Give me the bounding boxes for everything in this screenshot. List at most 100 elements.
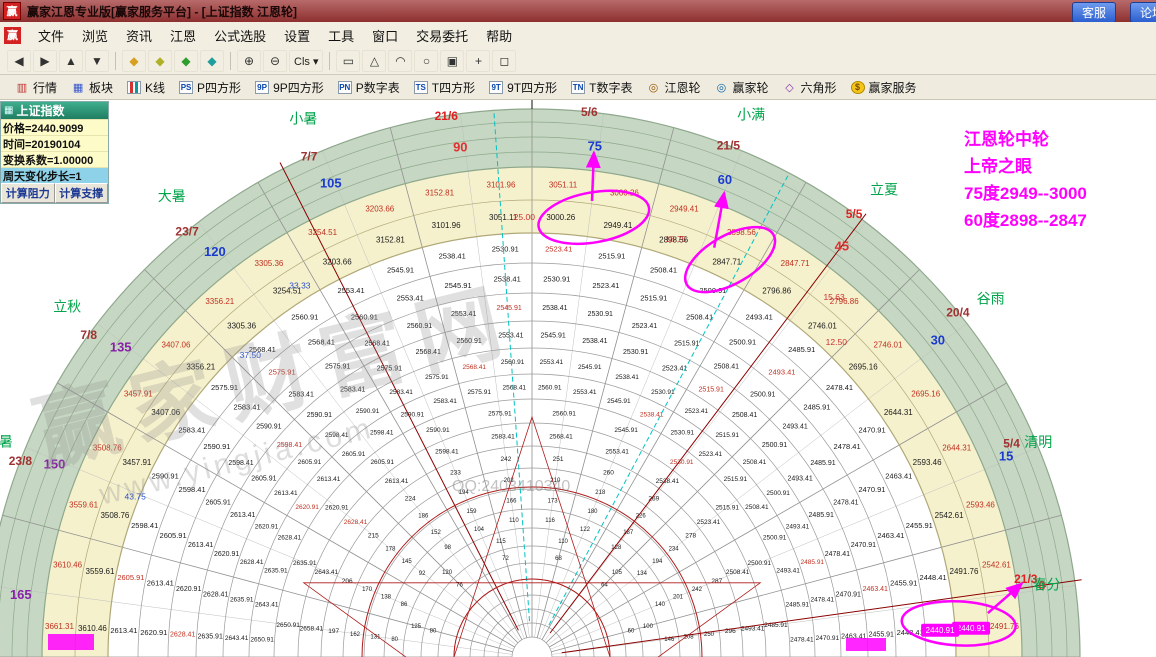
- view-板块[interactable]: ▦ 板块: [64, 77, 120, 98]
- svg-text:2470.91: 2470.91: [816, 635, 840, 642]
- menu-item-9[interactable]: 帮助: [477, 23, 521, 48]
- view-六角形[interactable]: ◇ 六角形: [776, 77, 844, 98]
- svg-text:大暑: 大暑: [158, 188, 186, 204]
- hex-icon: ◇: [785, 81, 794, 94]
- 9p-icon: 9P: [255, 80, 270, 94]
- svg-text:2560.91: 2560.91: [456, 338, 481, 345]
- svg-text:2530.91: 2530.91: [492, 245, 519, 254]
- annotation-text-line: 60度2898--2847: [964, 211, 1087, 230]
- svg-text:138: 138: [381, 595, 392, 601]
- svg-text:2644.31: 2644.31: [884, 408, 913, 417]
- svg-text:7/8: 7/8: [80, 328, 97, 342]
- menu-item-8[interactable]: 交易委托: [407, 23, 477, 48]
- zoom-in-icon[interactable]: ⊕: [237, 50, 261, 72]
- cls-dropdown[interactable]: Cls ▾: [289, 50, 324, 72]
- view-江恩轮[interactable]: ◎ 江恩轮: [639, 77, 707, 98]
- menu-item-4[interactable]: 公式选股: [205, 23, 275, 48]
- shape-circle-icon[interactable]: ○: [414, 50, 439, 72]
- svg-text:2650.91: 2650.91: [250, 637, 274, 644]
- shape-triangle-icon[interactable]: △: [362, 50, 387, 72]
- menu-item-5[interactable]: 设置: [275, 23, 319, 48]
- svg-text:2530.91: 2530.91: [588, 311, 613, 318]
- view-T四方形[interactable]: TS T四方形: [407, 77, 482, 98]
- menu-item-2[interactable]: 资讯: [117, 23, 161, 48]
- svg-text:2553.41: 2553.41: [338, 286, 365, 295]
- svg-text:2605.91: 2605.91: [342, 451, 366, 458]
- svg-text:2523.41: 2523.41: [697, 519, 721, 526]
- view-label: P数字表: [355, 80, 400, 95]
- diamond-teal[interactable]: ◆: [200, 50, 224, 72]
- menu-item-6[interactable]: 工具: [319, 23, 363, 48]
- view-9P四方形[interactable]: 9P 9P四方形: [248, 77, 331, 98]
- svg-text:3508.76: 3508.76: [100, 511, 129, 520]
- calc-resistance-button[interactable]: 计算阻力: [1, 183, 55, 203]
- view-赢家轮[interactable]: ◎ 赢家轮: [707, 77, 775, 98]
- svg-text:115: 115: [496, 539, 506, 545]
- free-draw-icon[interactable]: ◻: [492, 50, 517, 72]
- shape-rect-icon[interactable]: ▭: [336, 50, 361, 72]
- svg-text:春分: 春分: [1033, 577, 1061, 593]
- view-行情[interactable]: ▥ 行情: [8, 77, 64, 98]
- diamond-green[interactable]: ◆: [174, 50, 198, 72]
- svg-text:2515.91: 2515.91: [598, 252, 625, 261]
- svg-text:269: 269: [648, 496, 659, 503]
- wheel2-icon: ◎: [716, 81, 727, 94]
- nav-up[interactable]: ▲: [59, 50, 83, 72]
- view-P四方形[interactable]: PS P四方形: [172, 77, 248, 98]
- svg-text:2644.31: 2644.31: [942, 443, 971, 452]
- nav-down[interactable]: ▼: [85, 50, 109, 72]
- view-label: 赢家服务: [868, 80, 917, 95]
- diamond-olive[interactable]: ◆: [148, 50, 172, 72]
- svg-text:2613.41: 2613.41: [230, 512, 255, 519]
- svg-text:2635.91: 2635.91: [230, 597, 254, 604]
- title-bar: 赢 赢家江恩专业版[赢家服务平台] - [上证指数 江恩轮] 客服论坛: [0, 0, 1156, 22]
- customer-service-button[interactable]: 客服: [1072, 2, 1117, 22]
- menu-item-3[interactable]: 江恩: [161, 23, 205, 48]
- svg-text:2613.41: 2613.41: [110, 626, 137, 635]
- marquee-select-icon[interactable]: ▣: [440, 50, 465, 72]
- view-赢家服务[interactable]: $ 赢家服务: [844, 77, 924, 98]
- view-P数字表[interactable]: PN P数字表: [331, 77, 407, 98]
- svg-text:80: 80: [391, 637, 398, 643]
- svg-text:2620.91: 2620.91: [140, 628, 167, 637]
- svg-text:15.63: 15.63: [823, 292, 845, 302]
- svg-text:2598.41: 2598.41: [325, 432, 349, 439]
- instrument-title: 上证指数: [16, 104, 65, 118]
- nav-right[interactable]: ▶: [33, 50, 57, 72]
- svg-text:152: 152: [431, 530, 442, 536]
- diamond-yellow[interactable]: ◆: [122, 50, 146, 72]
- svg-text:2463.41: 2463.41: [877, 531, 904, 540]
- svg-text:谷雨: 谷雨: [977, 291, 1005, 307]
- calc-support-button[interactable]: 计算支撑: [54, 183, 108, 203]
- zoom-out-icon[interactable]: ⊖: [263, 50, 287, 72]
- view-T数字表[interactable]: TN T数字表: [564, 77, 639, 98]
- menu-item-0[interactable]: 文件: [29, 23, 73, 48]
- svg-text:2583.41: 2583.41: [389, 389, 413, 396]
- crosshair-icon[interactable]: +: [466, 50, 491, 72]
- svg-text:18.75: 18.75: [665, 234, 687, 244]
- svg-text:2485.91: 2485.91: [809, 512, 834, 519]
- view-K线[interactable]: K线: [120, 77, 172, 98]
- svg-text:287: 287: [711, 578, 722, 585]
- svg-text:68: 68: [555, 556, 562, 562]
- annotation-text-line: 75度2949--3000: [964, 184, 1087, 203]
- svg-text:2658.41: 2658.41: [300, 625, 324, 632]
- svg-text:3457.91: 3457.91: [124, 390, 153, 399]
- svg-text:2515.91: 2515.91: [699, 386, 724, 393]
- svg-text:5/4: 5/4: [1003, 437, 1020, 451]
- svg-text:110: 110: [509, 518, 519, 524]
- pn-icon: PN: [337, 80, 352, 94]
- svg-text:2508.41: 2508.41: [714, 363, 739, 370]
- menu-item-7[interactable]: 窗口: [363, 23, 407, 48]
- menu-item-1[interactable]: 浏览: [73, 23, 117, 48]
- svg-text:2620.91: 2620.91: [214, 551, 239, 558]
- view-9T四方形[interactable]: 9T 9T四方形: [482, 77, 564, 98]
- svg-text:2575.91: 2575.91: [377, 365, 402, 372]
- forum-button[interactable]: 论坛: [1130, 2, 1156, 22]
- svg-text:2628.41: 2628.41: [240, 559, 264, 566]
- shape-arc-icon[interactable]: ◠: [388, 50, 413, 72]
- svg-text:2470.91: 2470.91: [858, 485, 885, 494]
- info-panel-rows: 价格=2440.9099 时间=20190104 变换系数=1.00000 周天变化步…: [1, 119, 108, 183]
- svg-text:2485.91: 2485.91: [786, 601, 810, 608]
- nav-left[interactable]: ◀: [7, 50, 31, 72]
